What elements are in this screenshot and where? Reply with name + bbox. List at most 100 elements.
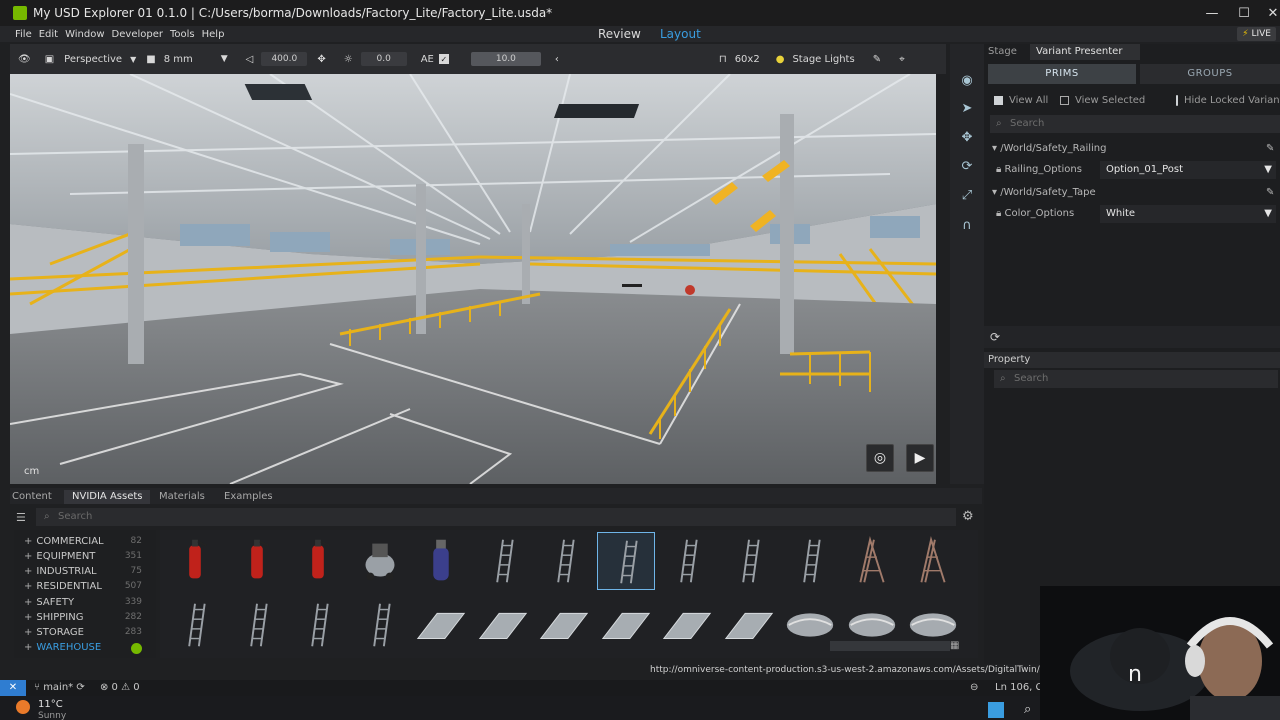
asset-thumbnail-floor-mat[interactable] bbox=[597, 596, 655, 654]
hide-locked-checkbox[interactable] bbox=[1176, 95, 1178, 106]
windows-start-icon[interactable] bbox=[988, 702, 1004, 718]
asset-thumbnail-ladder[interactable] bbox=[596, 532, 655, 590]
asset-thumbnail-ladder[interactable] bbox=[351, 596, 409, 654]
menu-window[interactable]: Window bbox=[65, 29, 104, 40]
variant-search-input[interactable]: Search bbox=[990, 115, 1280, 133]
zoom-icon[interactable]: ⊖ bbox=[970, 682, 978, 693]
asset-thumbnail-air-compressor[interactable] bbox=[351, 532, 409, 590]
chevron-down-icon[interactable]: ▾ bbox=[992, 187, 997, 198]
asset-thumbnail-floor-mat[interactable] bbox=[535, 596, 593, 654]
chevron-down-icon[interactable]: ▾ bbox=[992, 143, 997, 154]
tab-content[interactable]: Content bbox=[12, 490, 52, 504]
asset-thumbnail-step-ladder[interactable] bbox=[904, 532, 962, 590]
variant-select-railing[interactable]: Option_01_Post ▼ bbox=[1100, 161, 1276, 179]
problems-indicator[interactable]: ⊗ 0 ⚠ 0 bbox=[100, 682, 140, 693]
edit-pencil-icon[interactable]: ✎ bbox=[1266, 143, 1274, 154]
asset-thumbnail-ladder[interactable] bbox=[658, 532, 716, 590]
eye-icon[interactable]: 👁 bbox=[18, 54, 31, 65]
asset-thumbnail-ladder[interactable] bbox=[289, 596, 347, 654]
fov-field[interactable]: 400.0 bbox=[261, 52, 308, 66]
lock-icon[interactable]: 🔒︎ bbox=[996, 208, 1001, 219]
asset-thumbnail-ladder[interactable] bbox=[720, 532, 778, 590]
snap-magnet-icon[interactable]: ∩ bbox=[958, 217, 976, 235]
view-selected-checkbox[interactable] bbox=[1060, 96, 1069, 105]
viewport-camera-icon[interactable]: ◉ bbox=[958, 72, 976, 90]
lens-dropdown[interactable]: 8 mm bbox=[164, 54, 193, 65]
git-branch[interactable]: ⑂ main* ⟳ bbox=[34, 682, 85, 693]
remote-indicator-icon[interactable]: ✕ bbox=[0, 680, 26, 696]
viewport-navigation-button[interactable]: ◎ bbox=[866, 444, 894, 472]
asset-thumbnail-floor-mat[interactable] bbox=[658, 596, 716, 654]
layout-tab-layout[interactable]: Layout bbox=[660, 26, 701, 42]
minimize-button[interactable]: — bbox=[1195, 0, 1229, 26]
asset-thumbnail-gas-cylinder[interactable] bbox=[412, 532, 470, 590]
category-equipment[interactable]: + EQUIPMENT 351 bbox=[24, 551, 154, 562]
tab-materials[interactable]: Materials bbox=[159, 490, 205, 504]
view-all-toggle[interactable]: View All bbox=[994, 95, 1048, 106]
viewport[interactable] bbox=[10, 74, 936, 484]
hide-locked-toggle[interactable]: Hide Locked Variants bbox=[1176, 95, 1280, 106]
category-storage[interactable]: + STORAGE 283 bbox=[24, 627, 154, 638]
category-shipping[interactable]: + SHIPPING 282 bbox=[24, 612, 154, 623]
asset-thumbnail-fire-extinguisher[interactable] bbox=[166, 532, 224, 590]
asset-thumbnail-ladder[interactable] bbox=[228, 596, 286, 654]
filter-list-icon[interactable]: ☰ bbox=[16, 511, 26, 524]
edit-pencil-icon[interactable]: ✎ bbox=[1266, 187, 1274, 198]
taskbar-search-icon[interactable]: ⌕ bbox=[1024, 702, 1031, 717]
view-all-checkbox[interactable] bbox=[994, 96, 1003, 105]
resolution-dropdown[interactable]: 60x2 bbox=[735, 54, 760, 65]
move-tool-icon[interactable]: ✥ bbox=[958, 129, 976, 147]
category-commercial[interactable]: + COMMERCIAL 82 bbox=[24, 536, 154, 547]
asset-thumbnail-ladder[interactable] bbox=[166, 596, 224, 654]
scale-tool-icon[interactable]: ⤢ bbox=[958, 187, 976, 205]
segment-prims[interactable]: PRIMS bbox=[988, 64, 1136, 84]
zoom-slider[interactable] bbox=[830, 641, 950, 651]
settings-gear-icon[interactable]: ⚙ bbox=[962, 509, 974, 524]
prim-group-tape[interactable]: ▾ /World/Safety_Tape bbox=[992, 187, 1096, 198]
asset-thumbnail-fire-extinguisher[interactable] bbox=[228, 532, 286, 590]
category-warehouse[interactable]: + WAREHOUSE bbox=[24, 642, 154, 654]
lights-dropdown[interactable]: Stage Lights bbox=[792, 54, 854, 65]
asset-thumbnail-step-ladder[interactable] bbox=[843, 532, 901, 590]
rotate-tool-icon[interactable]: ⟳ bbox=[958, 158, 976, 176]
ae-checkbox[interactable]: ✓ bbox=[438, 54, 449, 64]
menu-tools[interactable]: Tools bbox=[170, 29, 195, 40]
play-button[interactable]: ▶ bbox=[906, 444, 934, 472]
layout-tab-review[interactable]: Review bbox=[598, 26, 641, 42]
asset-thumbnail-floor-mat[interactable] bbox=[720, 596, 778, 654]
pencil-icon[interactable]: ✎ bbox=[873, 54, 881, 65]
move-icon[interactable]: ✥ bbox=[317, 54, 325, 65]
menu-developer[interactable]: Developer bbox=[112, 29, 163, 40]
camera-dropdown[interactable]: Perspective bbox=[64, 54, 122, 65]
ae-slider[interactable]: 10.0 bbox=[470, 52, 541, 66]
property-search-input[interactable]: Search bbox=[994, 370, 1278, 388]
grid-view-icon[interactable]: ▦ bbox=[950, 640, 959, 651]
refresh-icon[interactable]: ⟳ bbox=[990, 330, 1000, 344]
view-selected-toggle[interactable]: View Selected bbox=[1060, 95, 1145, 106]
pin-icon[interactable]: ⌖ bbox=[899, 54, 905, 65]
tab-stage[interactable]: Stage bbox=[988, 44, 1017, 60]
asset-thumbnail-ladder[interactable] bbox=[474, 532, 532, 590]
asset-thumbnail-fire-extinguisher[interactable] bbox=[289, 532, 347, 590]
menu-help[interactable]: Help bbox=[202, 29, 225, 40]
variant-select-tape[interactable]: White ▼ bbox=[1100, 205, 1276, 223]
select-arrow-icon[interactable]: ➤ bbox=[958, 100, 976, 118]
lock-icon[interactable]: 🔒︎ bbox=[996, 164, 1001, 175]
asset-thumbnail-floor-mat[interactable] bbox=[474, 596, 532, 654]
tab-nvidia-assets[interactable]: NVIDIA Assets bbox=[64, 490, 151, 504]
render-chevron-icon[interactable]: ▼ bbox=[221, 54, 228, 64]
tab-examples[interactable]: Examples bbox=[224, 490, 273, 504]
asset-thumbnail-floor-mat[interactable] bbox=[412, 596, 470, 654]
segment-groups[interactable]: GROUPS bbox=[1140, 64, 1280, 84]
asset-thumbnail-ladder[interactable] bbox=[781, 532, 839, 590]
live-badge[interactable]: ⚡ LIVE bbox=[1237, 27, 1276, 41]
camera-chevron-icon[interactable]: ▼ bbox=[130, 55, 136, 64]
menu-file[interactable]: File bbox=[15, 29, 32, 40]
prim-group-railing[interactable]: ▾ /World/Safety_Railing bbox=[992, 143, 1106, 154]
sync-icon[interactable]: ⟳ bbox=[76, 682, 84, 693]
asset-search-input[interactable]: Search bbox=[36, 508, 956, 526]
category-industrial[interactable]: + INDUSTRIAL 75 bbox=[24, 566, 154, 577]
menu-edit[interactable]: Edit bbox=[39, 29, 58, 40]
close-button[interactable]: ✕ bbox=[1256, 0, 1280, 26]
exposure-field[interactable]: 0.0 bbox=[360, 52, 407, 66]
